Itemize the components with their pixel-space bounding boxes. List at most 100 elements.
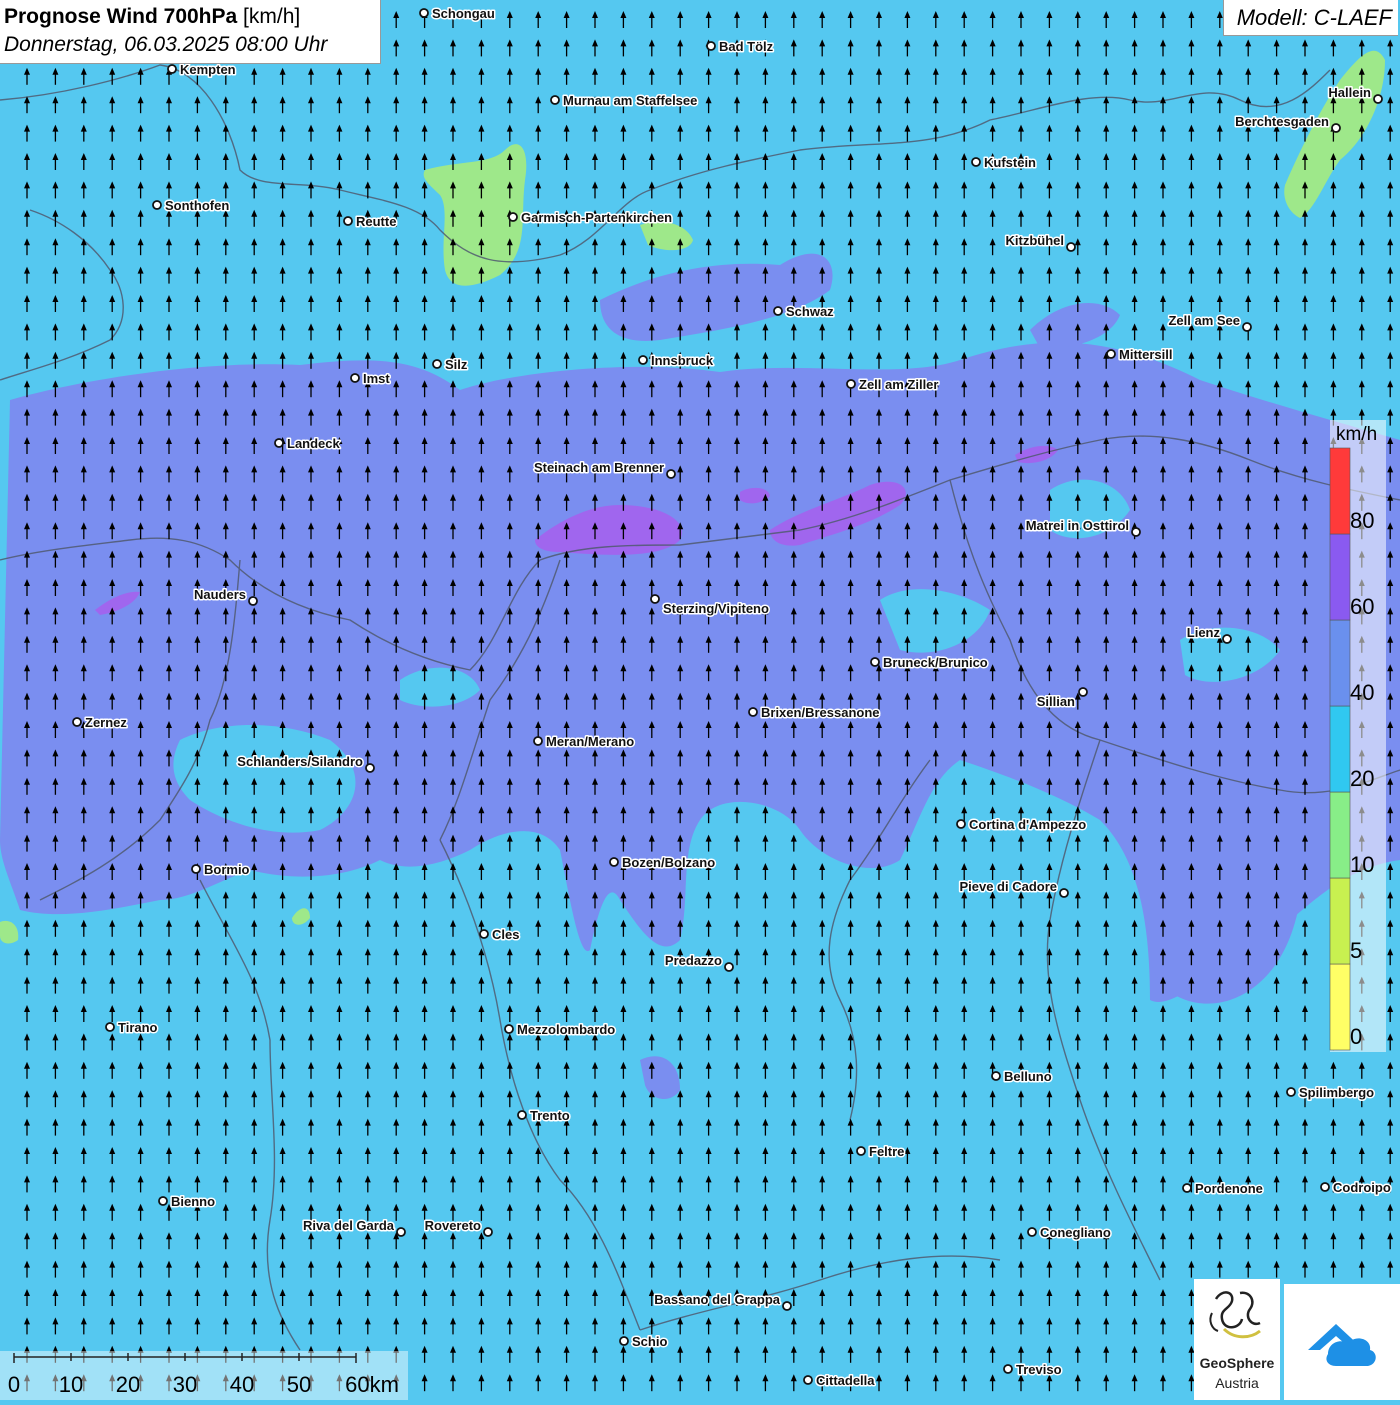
city-dot: [956, 819, 966, 829]
city-dot: [666, 469, 676, 479]
city-dot: [856, 1146, 866, 1156]
city-dot: [517, 1110, 527, 1120]
city-label: Nauders: [194, 587, 246, 602]
city-label: Zell am See: [1168, 313, 1240, 328]
city-label: Berchtesgaden: [1235, 114, 1329, 129]
city-label: Kempten: [180, 62, 236, 77]
map-title: Prognose Wind 700hPa [km/h]: [4, 5, 300, 29]
city-marker: Pordenone: [1182, 1180, 1264, 1198]
city-dot: [152, 200, 162, 210]
weather-app-logo[interactable]: [1284, 1284, 1400, 1400]
city-label: Sillian: [1037, 694, 1075, 709]
map-title-unit: [km/h]: [243, 5, 301, 28]
city-dot: [1066, 242, 1076, 252]
city-dot: [72, 717, 82, 727]
city-dot: [1027, 1227, 1037, 1237]
city-label: Silz: [445, 357, 468, 372]
city-dot: [550, 95, 560, 105]
city-dot: [1003, 1364, 1013, 1374]
city-dot: [483, 1227, 493, 1237]
city-dot: [748, 707, 758, 717]
city-dot: [1222, 634, 1232, 644]
city-dot: [870, 657, 880, 667]
city-label: Schlanders/Silandro: [237, 754, 363, 769]
city-dot: [105, 1022, 115, 1032]
scale-label-30: 30: [172, 1372, 198, 1397]
city-dot: [650, 594, 660, 604]
city-label: Innsbruck: [651, 353, 714, 368]
city-dot: [167, 64, 177, 74]
city-label: Lienz: [1187, 625, 1221, 640]
city-label: Cortina d'Ampezzo: [969, 817, 1086, 832]
city-dot: [1331, 123, 1341, 133]
city-label: Reutte: [356, 214, 396, 229]
city-dot: [971, 157, 981, 167]
city-marker: Brixen/Bressanone: [748, 704, 881, 722]
city-dot: [343, 216, 353, 226]
city-label: Codroipo: [1333, 1180, 1391, 1195]
city-label: Imst: [363, 371, 390, 386]
city-label: Riva del Garda: [303, 1218, 395, 1233]
city-label: Sonthofen: [165, 198, 229, 213]
city-marker: Bozen/Bolzano: [609, 854, 717, 872]
city-label: Pordenone: [1195, 1181, 1263, 1196]
city-dot: [508, 212, 518, 222]
city-label: Bormio: [204, 862, 250, 877]
city-label: Mezzolombardo: [517, 1022, 615, 1037]
city-dot: [432, 359, 442, 369]
city-label: Pieve di Cadore: [959, 879, 1057, 894]
map-title-main: Prognose Wind 700hPa: [4, 5, 238, 28]
city-marker: Bruneck/Brunico: [870, 654, 989, 672]
city-label: Zernez: [85, 715, 127, 730]
city-dot: [479, 929, 489, 939]
city-dot: [1286, 1087, 1296, 1097]
scale-label-60km: 60km: [345, 1372, 399, 1397]
geosphere-swirl-icon: [1209, 1291, 1261, 1339]
city-dot: [638, 355, 648, 365]
scale-label-10: 10: [58, 1372, 84, 1397]
legend-unit-label: km/h: [1336, 424, 1378, 445]
city-dot: [1182, 1183, 1192, 1193]
legend-panel: km/h: [1330, 420, 1386, 1052]
city-dot: [533, 736, 543, 746]
city-label: Kitzbühel: [1006, 233, 1065, 248]
city-label: Matrei in Osttirol: [1026, 518, 1129, 533]
city-dot: [1059, 888, 1069, 898]
city-label: Zell am Ziller: [859, 377, 938, 392]
city-marker: Schongau: [419, 5, 496, 23]
city-dot: [1320, 1182, 1330, 1192]
city-dot: [419, 8, 429, 18]
city-dot: [396, 1227, 406, 1237]
city-dot: [773, 306, 783, 316]
city-marker: Innsbruck: [638, 352, 715, 370]
city-label: Treviso: [1016, 1362, 1062, 1377]
city-marker: Murnau am Staffelsee: [550, 92, 699, 110]
city-dot: [504, 1024, 514, 1034]
city-dot: [782, 1301, 792, 1311]
city-label: Bienno: [171, 1194, 215, 1209]
cloud-wind-icon: [1308, 1324, 1376, 1366]
title-box: Prognose Wind 700hPa [km/h] Donnerstag, …: [0, 0, 381, 64]
city-label: Belluno: [1004, 1069, 1052, 1084]
city-dot: [706, 41, 716, 51]
city-marker: Cortina d'Ampezzo: [956, 816, 1088, 834]
city-label: Schongau: [432, 6, 495, 21]
brand-line1: GeoSphere: [1199, 1355, 1275, 1371]
city-dot: [609, 857, 619, 867]
city-dot: [365, 763, 375, 773]
city-label: Rovereto: [425, 1218, 481, 1233]
city-dot: [803, 1375, 813, 1385]
city-dot: [1106, 349, 1116, 359]
model-box: Modell: C-LAEF: [1223, 0, 1398, 36]
city-label: Bruneck/Brunico: [883, 655, 988, 670]
city-label: Murnau am Staffelsee: [563, 93, 697, 108]
city-label: Cles: [492, 927, 519, 942]
city-label: Steinach am Brenner: [534, 460, 664, 475]
geosphere-logo[interactable]: GeoSphere Austria: [1194, 1279, 1280, 1400]
city-marker: Spilimbergo: [1286, 1084, 1376, 1102]
scale-label-40: 40: [229, 1372, 255, 1397]
city-dot: [991, 1071, 1001, 1081]
city-label: Brixen/Bressanone: [761, 705, 880, 720]
scale-label-0: 0: [7, 1372, 21, 1397]
city-dot: [350, 373, 360, 383]
